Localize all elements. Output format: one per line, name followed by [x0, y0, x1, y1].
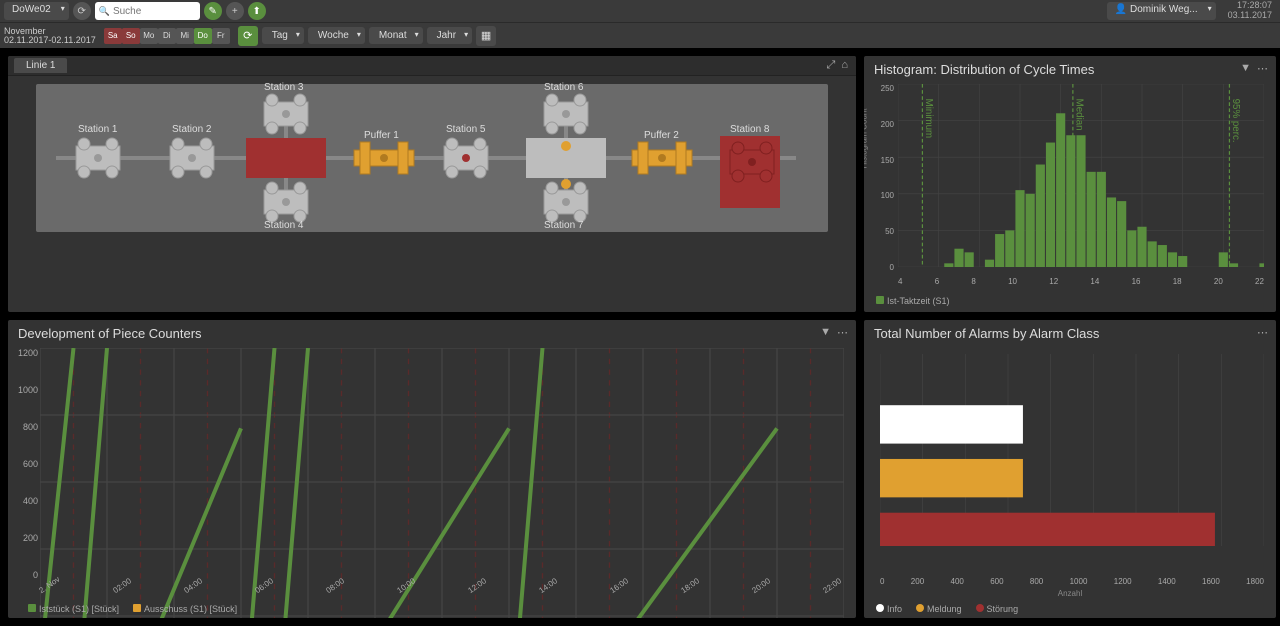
day-so[interactable]: So [122, 28, 140, 44]
label-station7: Station 7 [544, 220, 583, 231]
refresh-button[interactable]: ⟳ [73, 2, 91, 20]
date-range: 02.11.2017-02.11.2017 [4, 36, 96, 45]
process-diagram: Station 1 Station 2 Station 3 Station 4 … [36, 84, 828, 232]
range-jahr[interactable]: Jahr [427, 27, 472, 44]
label-puffer1: Puffer 1 [364, 130, 399, 141]
entity-select[interactable]: DoWe02 [4, 2, 69, 20]
histogram-panel: Histogram: Distribution of Cycle Times ▼… [864, 56, 1276, 312]
search-box[interactable]: 🔍 [95, 2, 200, 20]
piece-counter-title: Development of Piece Counters [8, 320, 856, 347]
reload-range-button[interactable]: ⟳ [238, 26, 258, 46]
home-icon[interactable]: ⌂ [841, 59, 848, 72]
day-do[interactable]: Do [194, 28, 212, 44]
range-woche[interactable]: Woche [308, 27, 365, 44]
alarms-panel: Total Number of Alarms by Alarm Class ⋯ … [864, 320, 1276, 618]
label-station5: Station 5 [446, 124, 485, 135]
search-icon: 🔍 [99, 6, 110, 17]
label-puffer2: Puffer 2 [644, 130, 679, 141]
hist-ylabel: Histogram Count [864, 108, 869, 168]
search-input[interactable] [113, 6, 193, 17]
expand-icon[interactable]: ⤢ [827, 59, 836, 72]
legend-stoerung: Störung [987, 604, 1019, 614]
add-button[interactable]: + [226, 2, 244, 20]
day-fr[interactable]: Fr [212, 28, 230, 44]
hist-y-axis: 250200150100500 [870, 84, 894, 272]
filter-icon[interactable]: ▼ [1240, 62, 1251, 75]
hist-x-axis: 46810121416182022 [898, 277, 1264, 286]
day-mo[interactable]: Mo [140, 28, 158, 44]
label-station1: Station 1 [78, 124, 117, 135]
user-icon: 👤 [1115, 4, 1127, 15]
export-button[interactable]: ⬆ [248, 2, 266, 20]
topbar: DoWe02 ⟳ 🔍 ✎ + ⬆ 👤 Dominik Weg... 17:28:… [0, 0, 1280, 22]
label-station3: Station 3 [264, 82, 303, 93]
legend-aus: Ausschuss (S1) [Stück] [144, 604, 237, 614]
day-mi[interactable]: Mi [176, 28, 194, 44]
range-tag[interactable]: Tag [262, 27, 304, 44]
user-name: Dominik Weg... [1130, 4, 1198, 15]
piece-counter-panel: Development of Piece Counters ▼ ⋯ 120010… [8, 320, 856, 618]
svg-text:Median: Median [1074, 99, 1085, 131]
date-row: November 02.11.2017-02.11.2017 Sa So Mo … [0, 22, 1280, 48]
pc-y-axis: 120010008006004002000 [16, 348, 38, 580]
alarms-title: Total Number of Alarms by Alarm Class [864, 320, 1276, 347]
hist-legend: Ist-Taktzeit (S1) [887, 296, 950, 306]
day-sa[interactable]: Sa [104, 28, 122, 44]
histogram-title: Histogram: Distribution of Cycle Times [864, 56, 1276, 83]
menu-icon[interactable]: ⋯ [1257, 62, 1268, 75]
label-station8: Station 8 [730, 124, 769, 135]
alarms-chart [880, 354, 1264, 546]
user-menu[interactable]: 👤 Dominik Weg... [1107, 2, 1216, 20]
pc-x-axis: 2. Nov02:0004:0006:0008:0010:0012:0014:0… [40, 587, 844, 596]
clock: 17:28:07 03.11.2017 [1228, 1, 1272, 21]
edit-button[interactable]: ✎ [204, 2, 222, 20]
svg-text:95% perc.: 95% perc. [1230, 99, 1241, 143]
filter-icon[interactable]: ▼ [820, 326, 831, 339]
alarm-x-axis: 020040060080010001200140016001800 [880, 577, 1264, 586]
label-station2: Station 2 [172, 124, 211, 135]
process-panel: Linie 1 ⤢ ⌂ [8, 56, 856, 312]
label-station4: Station 4 [264, 220, 303, 231]
legend-info: Info [887, 604, 902, 614]
range-monat[interactable]: Monat [369, 27, 423, 44]
process-tab-linie1[interactable]: Linie 1 [14, 58, 67, 73]
menu-icon[interactable]: ⋯ [1257, 326, 1268, 339]
legend-meldung: Meldung [927, 604, 962, 614]
calendar-button[interactable]: ▦ [476, 26, 496, 46]
piece-counter-chart [40, 348, 844, 618]
histogram-chart: Minimum Median 95% perc. [898, 84, 1264, 267]
day-di[interactable]: Di [158, 28, 176, 44]
legend-ist: Iststück (S1) [Stück] [39, 604, 119, 614]
menu-icon[interactable]: ⋯ [837, 326, 848, 339]
svg-text:Minimum: Minimum [923, 99, 934, 139]
alarm-xlabel: Anzahl [1058, 589, 1082, 598]
label-station6: Station 6 [544, 82, 583, 93]
